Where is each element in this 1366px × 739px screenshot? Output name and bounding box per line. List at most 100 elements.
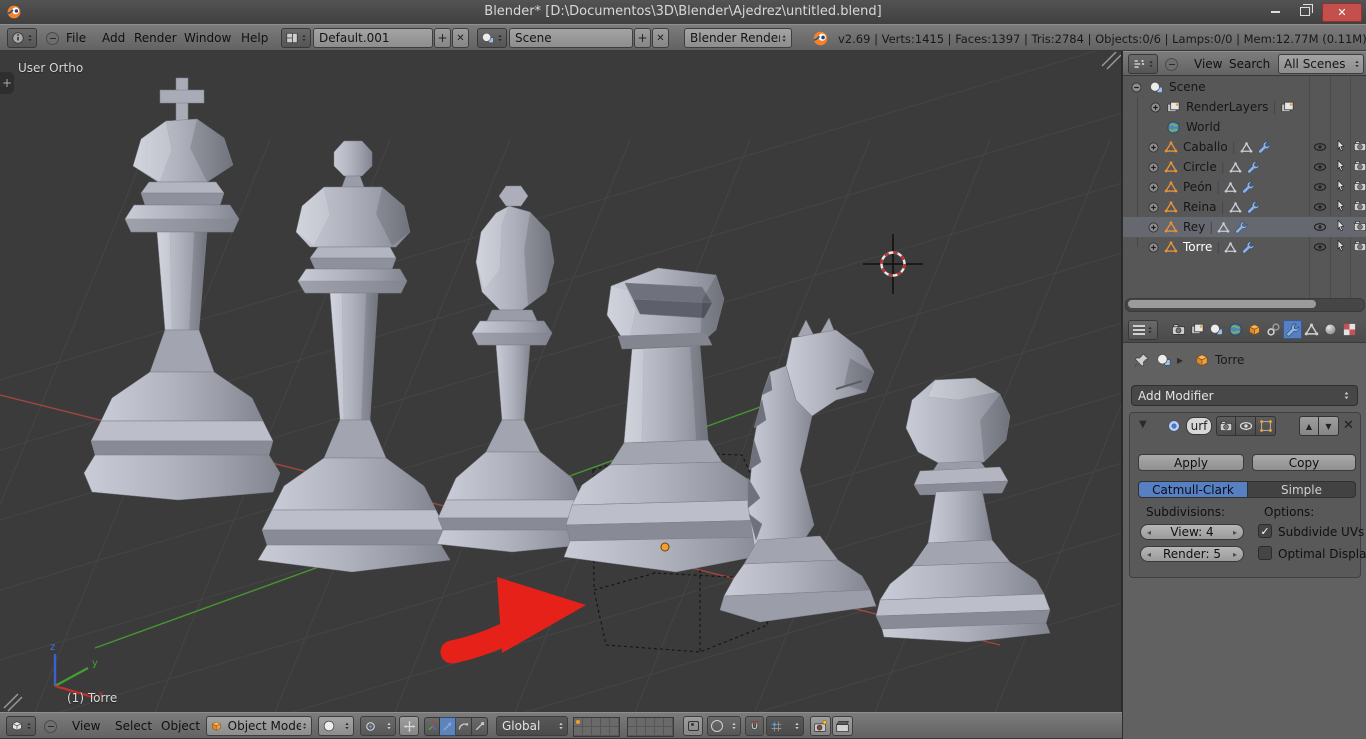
outliner-row-object[interactable]: Peón |: [1123, 177, 1366, 197]
chess-piece-rook-selected[interactable]: [563, 267, 775, 573]
restore-button[interactable]: [1292, 3, 1318, 20]
pin-icon[interactable]: [1134, 352, 1150, 368]
region-plus-tab[interactable]: +: [0, 72, 14, 94]
outliner-horizontal-scrollbar[interactable]: [1125, 298, 1365, 312]
viewport-visibility-toggle[interactable]: [1236, 416, 1256, 436]
camera-render-icon[interactable]: [1353, 179, 1366, 193]
render-opengl-animation-button[interactable]: [832, 716, 853, 736]
expand-icon[interactable]: [1147, 161, 1160, 174]
menu-add[interactable]: Add: [102, 25, 125, 51]
screen-layout-field[interactable]: Default.001: [313, 28, 433, 48]
expand-icon[interactable]: [1147, 181, 1160, 194]
menu-render[interactable]: Render: [134, 25, 177, 51]
tab-scene[interactable]: [1207, 320, 1226, 339]
3d-cursor[interactable]: [863, 234, 923, 294]
tab-object[interactable]: [1245, 320, 1264, 339]
delete-modifier-button[interactable]: ✕: [1343, 418, 1354, 433]
eye-icon[interactable]: [1313, 140, 1327, 154]
move-modifier-up-button[interactable]: ▲: [1299, 416, 1319, 436]
menu-help[interactable]: Help: [241, 25, 268, 51]
viewport-3d[interactable]: z y x User Ortho (1) Torre +: [0, 51, 1122, 712]
cursor-select-icon[interactable]: [1334, 199, 1347, 212]
snap-toggle[interactable]: [745, 716, 764, 736]
lock-to-scene-toggle[interactable]: [683, 716, 703, 736]
collapse-icon[interactable]: [1130, 81, 1143, 94]
delete-screen-button[interactable]: ✕: [452, 28, 469, 48]
manipulator-translate-button-active[interactable]: [440, 717, 456, 736]
tab-texture[interactable]: [1340, 320, 1359, 339]
editor-type-button-properties[interactable]: [1128, 320, 1158, 340]
camera-render-icon[interactable]: [1353, 139, 1366, 153]
manipulate-center-points-toggle[interactable]: [399, 716, 419, 736]
expand-icon[interactable]: [1149, 101, 1162, 114]
outliner-row-renderlayers[interactable]: RenderLayers |: [1123, 97, 1366, 117]
object-name[interactable]: Reina: [1183, 200, 1216, 214]
camera-render-icon[interactable]: [1353, 219, 1366, 233]
editor-type-button-outliner[interactable]: [1128, 54, 1158, 74]
tab-object-data[interactable]: [1302, 320, 1321, 339]
collapse-menus-button[interactable]: [46, 32, 59, 45]
add-modifier-select[interactable]: Add Modifier: [1131, 385, 1358, 406]
tab-world[interactable]: [1226, 320, 1245, 339]
close-button[interactable]: ✕: [1322, 3, 1362, 22]
apply-button[interactable]: Apply: [1138, 454, 1244, 471]
editmode-visibility-toggle[interactable]: [1256, 416, 1276, 436]
object-name[interactable]: Torre: [1183, 240, 1212, 254]
object-name[interactable]: Caballo: [1183, 140, 1228, 154]
outliner-row-object[interactable]: Circle |: [1123, 157, 1366, 177]
outliner-row-object-active[interactable]: Torre |: [1123, 237, 1366, 257]
outliner-row-object[interactable]: Caballo |: [1123, 137, 1366, 157]
cursor-select-icon[interactable]: [1334, 159, 1347, 172]
modifier-name-field[interactable]: urf: [1186, 417, 1212, 435]
manipulator-scale-button[interactable]: [472, 717, 488, 736]
cursor-select-icon[interactable]: [1334, 219, 1347, 232]
optimal-display-checkbox-unchecked[interactable]: [1258, 546, 1272, 560]
manipulator-axis-button[interactable]: [424, 717, 440, 736]
scene-field[interactable]: Scene: [509, 28, 633, 48]
chess-piece-bishop[interactable]: [436, 185, 593, 553]
tab-render-layers[interactable]: [1188, 320, 1207, 339]
layer-cell-active[interactable]: [574, 718, 583, 727]
copy-button[interactable]: Copy: [1252, 454, 1356, 471]
layers-grid-1[interactable]: [573, 717, 620, 737]
screen-layout-icon-button[interactable]: [281, 28, 311, 48]
cursor-select-icon[interactable]: [1334, 139, 1347, 152]
proportional-edit-select[interactable]: [707, 716, 741, 736]
expand-icon[interactable]: [1147, 241, 1160, 254]
add-scene-button[interactable]: +: [634, 28, 651, 48]
menu-window[interactable]: Window: [184, 25, 231, 51]
tab-render[interactable]: [1169, 320, 1188, 339]
tab-modifiers-active[interactable]: [1283, 320, 1302, 339]
expand-icon[interactable]: [1147, 141, 1160, 154]
menu-select[interactable]: Select: [115, 713, 152, 739]
increment-arrow[interactable]: ▸: [1233, 550, 1237, 559]
eye-icon[interactable]: [1313, 200, 1327, 214]
interaction-mode-select[interactable]: Object Mode: [206, 716, 312, 736]
manipulator-rotate-button[interactable]: [456, 717, 472, 736]
editor-type-button-3dview[interactable]: [6, 716, 36, 736]
chess-piece-pawn[interactable]: [875, 377, 1051, 643]
viewport-shading-select[interactable]: [318, 716, 354, 736]
layers-grid-2[interactable]: [627, 717, 674, 737]
transform-orientation-select[interactable]: Global: [496, 716, 568, 736]
camera-render-icon[interactable]: [1353, 239, 1366, 253]
chess-piece-king[interactable]: [83, 77, 281, 501]
outliner-row-object-selected[interactable]: Rey |: [1123, 217, 1366, 237]
delete-scene-button[interactable]: ✕: [652, 28, 669, 48]
add-screen-button[interactable]: +: [434, 28, 451, 48]
collapse-menus-button[interactable]: [44, 720, 57, 733]
subdivide-uvs-checkbox-checked[interactable]: ✓: [1258, 524, 1272, 538]
increment-arrow[interactable]: ▸: [1233, 528, 1237, 537]
renderlayers-name[interactable]: RenderLayers: [1186, 100, 1268, 114]
render-opengl-button[interactable]: [810, 716, 831, 736]
eye-icon[interactable]: [1313, 160, 1327, 174]
cursor-select-icon[interactable]: [1334, 179, 1347, 192]
render-visibility-toggle[interactable]: [1216, 416, 1236, 436]
view-subdivisions-field[interactable]: ◂ View: 4 ▸: [1140, 524, 1244, 540]
tab-constraints[interactable]: [1264, 320, 1283, 339]
outliner-scope-select[interactable]: All Scenes: [1278, 54, 1364, 74]
scene-name[interactable]: Scene: [1169, 80, 1206, 94]
object-name[interactable]: Circle: [1183, 160, 1217, 174]
snap-element-select[interactable]: [766, 716, 804, 736]
scene-icon-button[interactable]: [477, 28, 507, 48]
